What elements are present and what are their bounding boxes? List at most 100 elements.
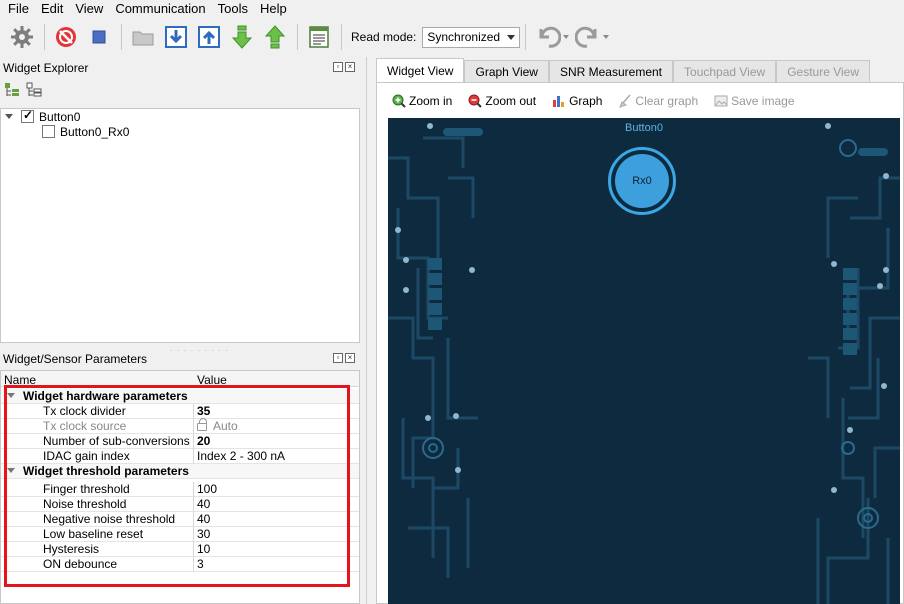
clear-graph-button[interactable]: Clear graph — [618, 94, 698, 108]
param-row[interactable]: Hysteresis 10 — [1, 542, 359, 557]
group-hardware-parameters[interactable]: Widget hardware parameters — [1, 389, 359, 404]
parameters-grid: Name Value Widget hardware parameters Tx… — [0, 370, 360, 604]
stop-button[interactable] — [83, 21, 115, 53]
param-name: Number of sub-conversions — [43, 434, 190, 448]
export-button[interactable] — [193, 21, 225, 53]
menu-view[interactable]: View — [69, 0, 109, 17]
float-panel-icon[interactable]: ▫ — [333, 353, 343, 363]
lock-icon — [197, 418, 207, 431]
tree-item-label: Button0_Rx0 — [60, 124, 130, 139]
param-name: Noise threshold — [43, 497, 127, 511]
param-row[interactable]: Tx clock source Auto — [1, 418, 359, 434]
param-row[interactable]: IDAC gain index Index 2 - 300 nA — [1, 449, 359, 464]
tab-gesture-view[interactable]: Gesture View — [776, 60, 870, 83]
param-row[interactable]: Tx clock divider 35 — [1, 404, 359, 419]
tree-item-button0[interactable]: Button0 — [1, 108, 80, 124]
param-value[interactable]: 100 — [197, 482, 217, 496]
expand-all-icon[interactable] — [4, 82, 20, 98]
zoom-out-label: Zoom out — [485, 94, 537, 108]
save-image-label: Save image — [731, 94, 795, 108]
tree-item-checkbox[interactable] — [21, 108, 34, 123]
toolbar-separator — [525, 24, 527, 50]
graph-button[interactable]: Graph — [552, 94, 602, 108]
settings-button[interactable] — [6, 21, 38, 53]
arrow-up-green-icon — [264, 25, 286, 49]
read-mode-label: Read mode: — [351, 30, 417, 44]
log-icon — [309, 26, 329, 48]
menu-file[interactable]: File — [2, 0, 35, 17]
disconnect-button[interactable] — [50, 21, 82, 53]
zoom-in-button[interactable]: Zoom in — [392, 94, 452, 108]
param-name: Tx clock source — [43, 419, 127, 433]
graph-label: Graph — [569, 94, 603, 108]
collapse-all-icon[interactable] — [26, 82, 42, 98]
params-dock-controls: ▫ × — [333, 353, 355, 363]
expand-arrow-icon[interactable] — [5, 114, 13, 119]
param-value[interactable]: 40 — [197, 512, 210, 526]
explorer-dock-controls: ▫ × — [333, 62, 355, 72]
param-row[interactable]: ON debounce 3 — [1, 557, 359, 572]
tree-item-checkbox[interactable] — [42, 125, 55, 138]
param-value[interactable]: Index 2 - 300 nA — [197, 449, 285, 463]
undo-dropdown-icon[interactable] — [563, 35, 570, 39]
close-panel-icon[interactable]: × — [345, 62, 355, 72]
log-button[interactable] — [303, 21, 335, 53]
param-value[interactable]: 20 — [197, 434, 210, 448]
tab-graph-view[interactable]: Graph View — [464, 60, 549, 83]
panel-splitter[interactable]: · · · · · · · · · — [170, 346, 229, 355]
import-button[interactable] — [160, 21, 192, 53]
explorer-toolbar — [4, 82, 42, 98]
param-name: IDAC gain index — [43, 449, 130, 463]
float-panel-icon[interactable]: ▫ — [333, 62, 343, 72]
tab-snr-measurement[interactable]: SNR Measurement — [548, 60, 674, 83]
view-tabs: Widget View Graph View SNR Measurement T… — [376, 58, 870, 83]
param-value[interactable]: 3 — [197, 557, 204, 571]
menu-bar: File Edit View Communication Tools Help — [0, 0, 904, 17]
undo-button[interactable] — [535, 25, 575, 49]
gear-icon — [11, 26, 33, 48]
read-from-device-button[interactable] — [226, 21, 258, 53]
group-threshold-parameters[interactable]: Widget threshold parameters — [1, 464, 359, 479]
toolbar-separator — [297, 24, 298, 50]
sensor-label: Rx0 — [615, 154, 669, 208]
param-row[interactable]: Finger threshold 100 — [1, 482, 359, 497]
redo-dropdown-icon[interactable] — [603, 35, 610, 39]
param-row[interactable]: Noise threshold 40 — [1, 497, 359, 512]
column-header-name[interactable]: Name — [4, 373, 36, 387]
upload-icon — [198, 26, 220, 48]
param-value[interactable]: 10 — [197, 542, 210, 556]
collapse-arrow-icon[interactable] — [7, 468, 15, 473]
param-value[interactable]: 35 — [197, 404, 210, 418]
group-label: Widget threshold parameters — [23, 464, 189, 478]
param-value-locked: Auto — [197, 418, 238, 433]
tree-item-button0-rx0[interactable]: Button0_Rx0 — [42, 124, 129, 139]
bar-chart-icon — [553, 96, 565, 107]
menu-tools[interactable]: Tools — [212, 0, 254, 17]
param-name: Low baseline reset — [43, 527, 144, 541]
param-row[interactable]: Low baseline reset 30 — [1, 527, 359, 542]
arrow-down-green-icon — [231, 25, 253, 49]
save-image-button[interactable]: Save image — [714, 94, 795, 108]
open-button[interactable] — [127, 21, 159, 53]
redo-button[interactable] — [575, 25, 615, 49]
tab-touchpad-view[interactable]: Touchpad View — [673, 60, 777, 83]
read-mode-select[interactable]: Synchronized — [422, 26, 521, 48]
param-row[interactable]: Negative noise threshold 40 — [1, 512, 359, 527]
widget-tree: Button0 Button0_Rx0 — [0, 108, 360, 343]
sensor-button[interactable]: Rx0 — [608, 147, 676, 215]
parameters-title: Widget/Sensor Parameters — [3, 352, 148, 366]
param-value[interactable]: 40 — [197, 497, 210, 511]
param-value[interactable]: 30 — [197, 527, 210, 541]
zoom-out-button[interactable]: Zoom out — [468, 94, 536, 108]
close-panel-icon[interactable]: × — [345, 353, 355, 363]
menu-communication[interactable]: Communication — [109, 0, 211, 17]
widget-canvas[interactable]: Button0 Rx0 — [388, 118, 900, 604]
menu-help[interactable]: Help — [254, 0, 293, 17]
write-to-device-button[interactable] — [259, 21, 291, 53]
tab-widget-view[interactable]: Widget View — [376, 58, 465, 83]
param-row[interactable]: Number of sub-conversions 20 — [1, 434, 359, 449]
menu-edit[interactable]: Edit — [35, 0, 69, 17]
column-header-value[interactable]: Value — [197, 373, 227, 387]
collapse-arrow-icon[interactable] — [7, 393, 15, 398]
main-splitter[interactable] — [366, 57, 367, 604]
